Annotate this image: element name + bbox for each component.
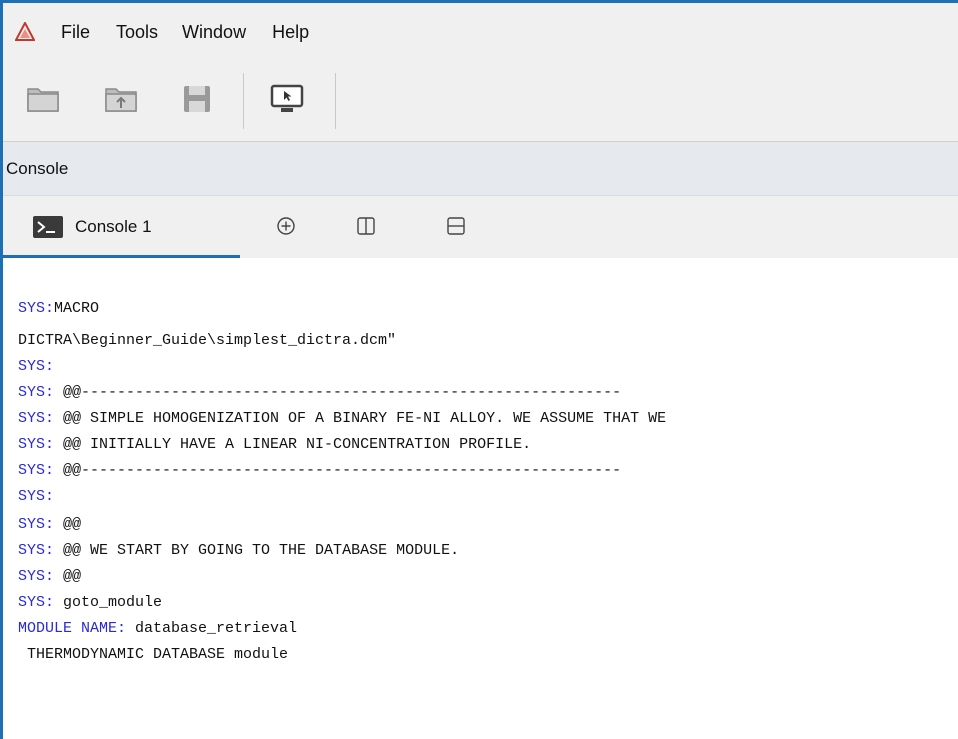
app-logo-icon <box>15 22 35 41</box>
console-line: SYS: goto_module <box>18 592 162 614</box>
console-line-text: @@--------------------------------------… <box>54 384 622 401</box>
console-line-text: @@ INITIALLY HAVE A LINEAR NI-CONCENTRAT… <box>54 436 532 453</box>
toolbar-separator <box>335 73 336 129</box>
console-panel-header: Console <box>3 142 958 196</box>
menu-file[interactable]: File <box>61 22 90 43</box>
toolbar-separator <box>243 73 244 129</box>
add-console-button[interactable] <box>276 216 296 236</box>
console-line: THERMODYNAMIC DATABASE module <box>18 644 288 666</box>
console-line: SYS: @@ SIMPLE HOMOGENIZATION OF A BINAR… <box>18 408 666 430</box>
menu-window[interactable]: Window <box>182 22 246 43</box>
tab-label: Console 1 <box>75 217 152 236</box>
console-line: DICTRA\Beginner_Guide\simplest_dictra.dc… <box>18 330 396 352</box>
console-line-text: DICTRA\Beginner_Guide\simplest_dictra.dc… <box>18 332 397 349</box>
plus-circle-icon <box>277 217 295 235</box>
console-line: SYS: @@ <box>18 566 81 588</box>
console-line: SYS: @@---------------------------------… <box>18 460 621 482</box>
console-line-prefix: SYS: <box>18 594 55 611</box>
tab-console-1[interactable]: Console 1 <box>3 196 240 258</box>
menu-help[interactable]: Help <box>272 22 309 43</box>
console-line: MODULE NAME: database_retrieval <box>18 618 297 640</box>
console-line: SYS: @@ <box>18 514 81 536</box>
console-line: SYS: @@ INITIALLY HAVE A LINEAR NI-CONCE… <box>18 434 531 456</box>
console-line-prefix: SYS: <box>18 462 55 479</box>
split-horizontal-button[interactable] <box>446 216 466 236</box>
console-line-prefix: SYS: <box>18 358 55 375</box>
console-line: SYS:MACRO <box>18 298 99 320</box>
console-line-text: THERMODYNAMIC DATABASE module <box>18 646 289 663</box>
console-line-prefix: SYS: <box>18 488 55 505</box>
console-panel-title: Console <box>6 158 69 178</box>
console-line-prefix: SYS: <box>18 384 55 401</box>
console-line-prefix: SYS: <box>18 542 55 559</box>
console-line: SYS: @@---------------------------------… <box>18 382 621 404</box>
console-line-prefix: SYS: <box>18 410 55 427</box>
console-line: SYS: @@ WE START BY GOING TO THE DATABAS… <box>18 540 459 562</box>
monitor-cursor-icon <box>270 84 304 112</box>
console-line-text: @@ SIMPLE HOMOGENIZATION OF A BINARY FE-… <box>54 410 667 427</box>
open-folder-button[interactable] <box>25 81 61 117</box>
save-button[interactable] <box>179 81 215 117</box>
console-line: SYS: <box>18 486 54 508</box>
console-output[interactable]: SYS:MACRO DICTRA\Beginner_Guide\simplest… <box>3 258 958 739</box>
split-vertical-button[interactable] <box>356 216 376 236</box>
menu-bar: File Tools Window Help <box>3 3 958 61</box>
split-horizontal-icon <box>447 217 465 235</box>
open-upload-button[interactable] <box>103 81 139 117</box>
console-line-text: goto_module <box>54 594 163 611</box>
console-line-text: @@--------------------------------------… <box>54 462 622 479</box>
console-tab-bar: Console 1 <box>3 196 958 258</box>
menu-tools[interactable]: Tools <box>116 22 158 43</box>
console-line-text: MACRO <box>54 300 100 317</box>
console-line: SYS: <box>18 356 54 378</box>
console-line-prefix: SYS: <box>18 516 55 533</box>
console-line-prefix: SYS: <box>18 568 55 585</box>
console-screen-button[interactable] <box>269 81 305 117</box>
folder-upload-icon <box>105 88 137 112</box>
console-line-text: @@ <box>54 568 82 585</box>
console-line-prefix: MODULE NAME: <box>18 620 127 637</box>
folder-icon <box>27 88 59 112</box>
console-line-text: @@ <box>54 516 82 533</box>
toolbar <box>3 61 958 142</box>
console-line-text: @@ WE START BY GOING TO THE DATABASE MOD… <box>54 542 460 559</box>
console-line-prefix: SYS: <box>18 300 55 317</box>
split-vertical-icon <box>357 217 375 235</box>
terminal-icon <box>33 216 63 238</box>
console-line-text: database_retrieval <box>126 620 298 637</box>
console-line-prefix: SYS: <box>18 436 55 453</box>
save-icon <box>184 86 210 112</box>
